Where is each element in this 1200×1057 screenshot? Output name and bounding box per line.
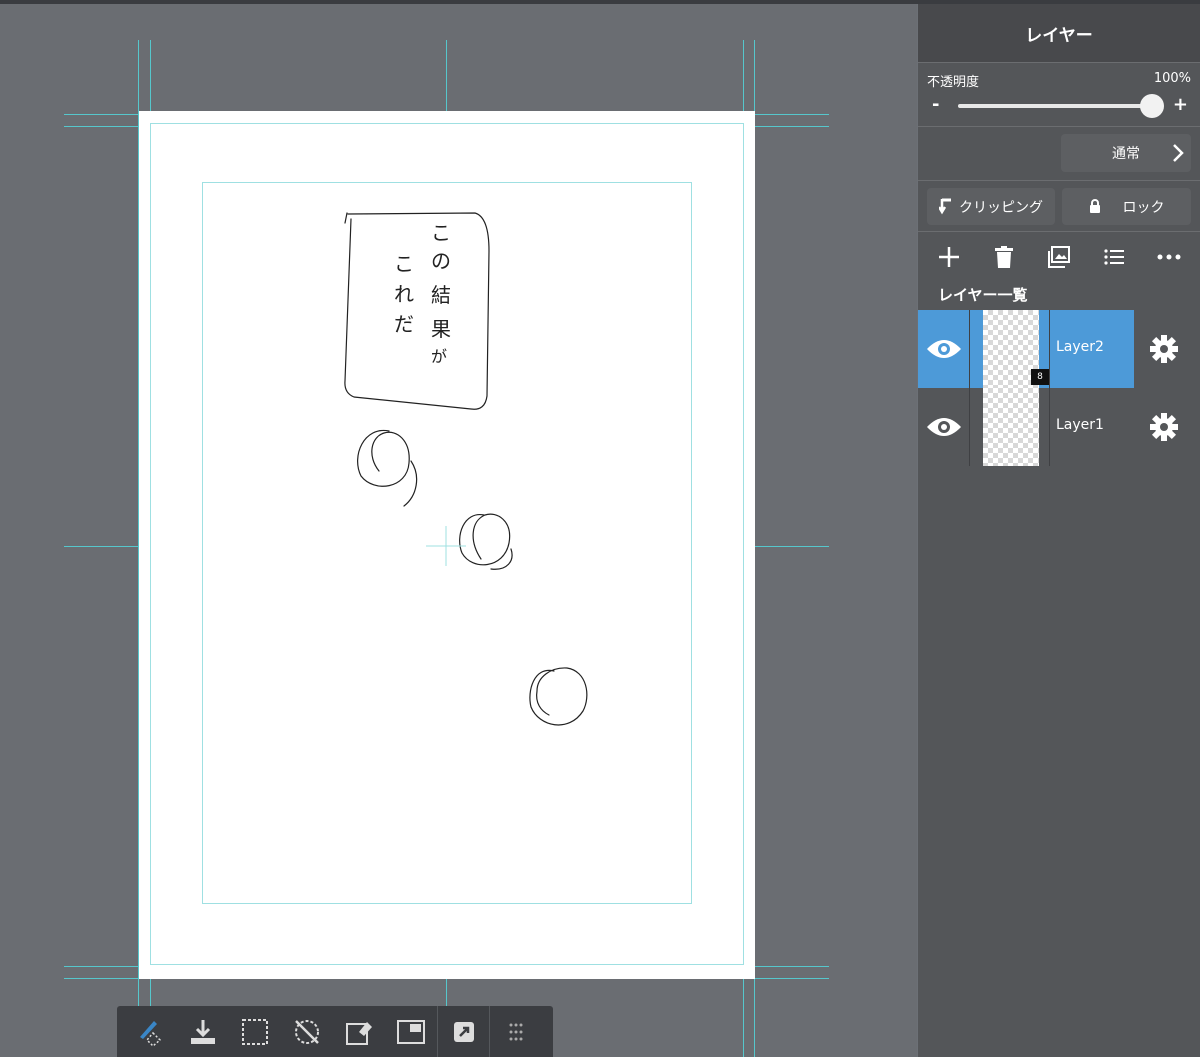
handwritten-char: が <box>431 347 448 366</box>
handwriting-col-2: こ れ だ <box>394 249 416 339</box>
handwritten-char: の <box>431 249 451 273</box>
brush-eraser-icon[interactable] <box>125 1006 177 1057</box>
handwritten-char: だ <box>394 312 414 336</box>
layer-badge: 8 <box>1031 369 1049 385</box>
handwritten-char: 果 <box>431 317 451 341</box>
opacity-value: 100% <box>1153 71 1191 86</box>
opacity-row: 不透明度 100% - + <box>918 63 1200 127</box>
paper[interactable]: こ の 結 果 が こ れ だ <box>139 111 755 979</box>
opacity-minus-button[interactable]: - <box>932 94 939 115</box>
export-icon[interactable] <box>437 1006 489 1057</box>
visibility-toggle[interactable] <box>918 310 970 388</box>
layer-list-title: レイヤー一覧 <box>938 286 1028 304</box>
list-icon[interactable] <box>1094 237 1134 277</box>
eye-icon <box>926 340 961 358</box>
divider <box>1049 310 1050 388</box>
grip-icon[interactable] <box>489 1006 541 1057</box>
download-icon[interactable] <box>177 1006 229 1057</box>
handwritten-char: れ <box>394 282 414 306</box>
panel-title: レイヤー <box>918 4 1200 63</box>
handwritten-char: こ <box>431 221 451 245</box>
blend-mode-button[interactable]: 通常 <box>1061 134 1191 172</box>
clip-lock-row: クリッピング ロック <box>918 181 1200 232</box>
gear-icon[interactable] <box>1148 333 1180 365</box>
gear-icon[interactable] <box>1148 411 1180 443</box>
layer-name: Layer1 <box>1056 417 1104 433</box>
handwritten-char: 結 <box>431 283 451 307</box>
frame-icon[interactable] <box>385 1006 437 1057</box>
lock-icon <box>1089 199 1100 213</box>
layer-row[interactable]: Layer1 <box>918 388 1200 466</box>
blend-row: 通常 <box>918 127 1200 181</box>
opacity-plus-button[interactable]: + <box>1173 94 1188 115</box>
more-icon[interactable] <box>1149 237 1189 277</box>
divider <box>1049 388 1050 466</box>
layer-row[interactable]: 8 Layer2 <box>918 310 1200 388</box>
clipping-label: クリッピング <box>959 199 1043 216</box>
lock-button[interactable]: ロック <box>1062 188 1191 225</box>
eye-icon <box>926 418 961 436</box>
layer-name: Layer2 <box>1056 339 1104 355</box>
selection-icon[interactable] <box>229 1006 281 1057</box>
handwriting-col-1: こ の 結 果 が <box>431 219 453 371</box>
rotate-reset-icon[interactable] <box>281 1006 333 1057</box>
plus-icon[interactable] <box>929 237 969 277</box>
canvas-area[interactable]: こ の 結 果 が こ れ だ <box>0 4 917 1057</box>
opacity-slider[interactable] <box>958 104 1154 108</box>
visibility-toggle[interactable] <box>918 388 970 466</box>
clipping-arrow-icon <box>939 198 951 214</box>
layer-thumbnail <box>983 388 1039 466</box>
layer-actions <box>918 232 1200 282</box>
trash-icon[interactable] <box>984 237 1024 277</box>
opacity-slider-knob[interactable] <box>1140 94 1164 118</box>
chevron-right-icon <box>1173 144 1184 162</box>
handwritten-char: こ <box>394 252 414 276</box>
layer-panel: レイヤー 不透明度 100% - + 通常 クリッピング ロック レイヤー一覧 … <box>918 4 1200 1057</box>
blend-mode-label: 通常 <box>1112 146 1140 162</box>
eraser-box-icon[interactable] <box>333 1006 385 1057</box>
clipping-button[interactable]: クリッピング <box>927 188 1055 225</box>
image-icon[interactable] <box>1039 237 1079 277</box>
bottom-toolbar <box>117 1006 553 1057</box>
lock-label: ロック <box>1122 199 1165 216</box>
opacity-label: 不透明度 <box>927 75 980 90</box>
